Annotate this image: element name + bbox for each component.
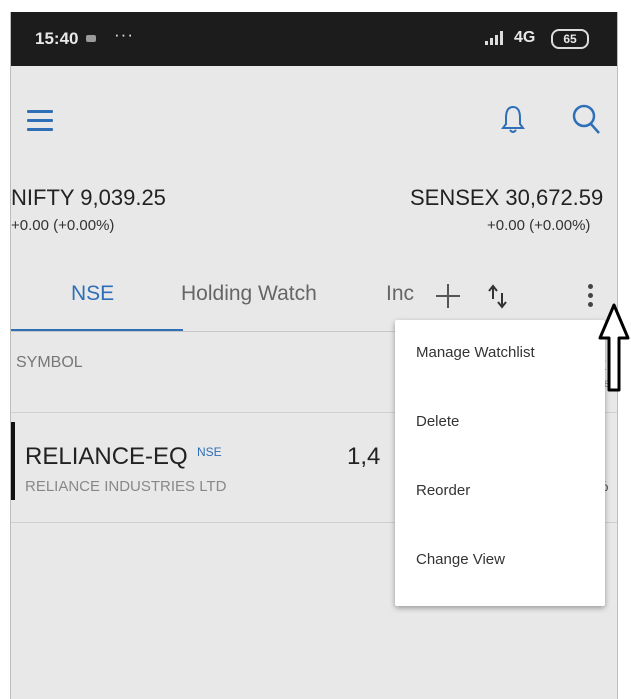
search-icon[interactable] xyxy=(571,103,601,135)
index-value: 9,039.25 xyxy=(80,185,166,210)
index-nifty: NIFTY 9,039.25 xyxy=(11,185,166,211)
index-sensex-change: +0.00 (+0.00%) xyxy=(487,217,591,234)
menu-item-change-view[interactable]: Change View xyxy=(395,527,605,597)
index-value: 30,672.59 xyxy=(505,185,604,210)
index-sensex: SENSEX 30,672.59 xyxy=(410,185,603,211)
row-exchange-badge: NSE xyxy=(197,445,222,459)
status-time: 15:40 xyxy=(35,29,79,48)
add-watchlist-icon[interactable] xyxy=(431,279,465,313)
status-bar: 15:40 ··· 4G 65 xyxy=(11,12,617,66)
phone-screen: 15:40 ··· 4G 65 NIFTY 9,039.25 +0.00 (+0… xyxy=(10,12,618,699)
more-options-icon[interactable] xyxy=(586,284,594,314)
hamburger-menu-icon[interactable] xyxy=(27,110,55,132)
row-price: 1,4 xyxy=(347,443,381,470)
menu-item-label: Change View xyxy=(416,551,505,568)
app-bar xyxy=(11,66,617,158)
menu-item-label: Manage Watchlist xyxy=(416,344,535,361)
network-type: 4G xyxy=(514,29,536,46)
tab-holding-watch[interactable]: Holding Watch xyxy=(181,282,317,306)
up-arrow-annotation-icon xyxy=(598,303,630,392)
tab-nse[interactable]: NSE xyxy=(71,282,114,306)
menu-item-delete[interactable]: Delete xyxy=(395,389,605,459)
menu-item-label: Delete xyxy=(416,413,460,430)
tab-inc[interactable]: Inc xyxy=(386,282,414,306)
row-symbol: RELIANCE-EQ xyxy=(25,443,188,470)
index-name: SENSEX xyxy=(410,185,500,210)
index-nifty-change: +0.00 (+0.00%) xyxy=(11,217,115,234)
sort-icon[interactable] xyxy=(481,279,515,313)
signal-icon xyxy=(485,31,509,45)
menu-item-reorder[interactable]: Reorder xyxy=(395,458,605,528)
battery-icon: 65 xyxy=(551,29,589,49)
bell-icon[interactable] xyxy=(500,103,526,135)
row-company-name: RELIANCE INDUSTRIES LTD xyxy=(25,478,227,495)
notification-icon xyxy=(86,35,96,42)
options-dropdown-menu: Manage Watchlist Delete Reorder Change V… xyxy=(395,320,605,606)
menu-item-manage-watchlist[interactable]: Manage Watchlist xyxy=(395,320,605,390)
symbol-column-header: SYMBOL xyxy=(16,354,83,371)
index-name: NIFTY xyxy=(11,185,75,210)
row-selection-marker xyxy=(11,422,15,500)
menu-item-label: Reorder xyxy=(416,482,471,499)
status-dots: ··· xyxy=(114,25,134,44)
